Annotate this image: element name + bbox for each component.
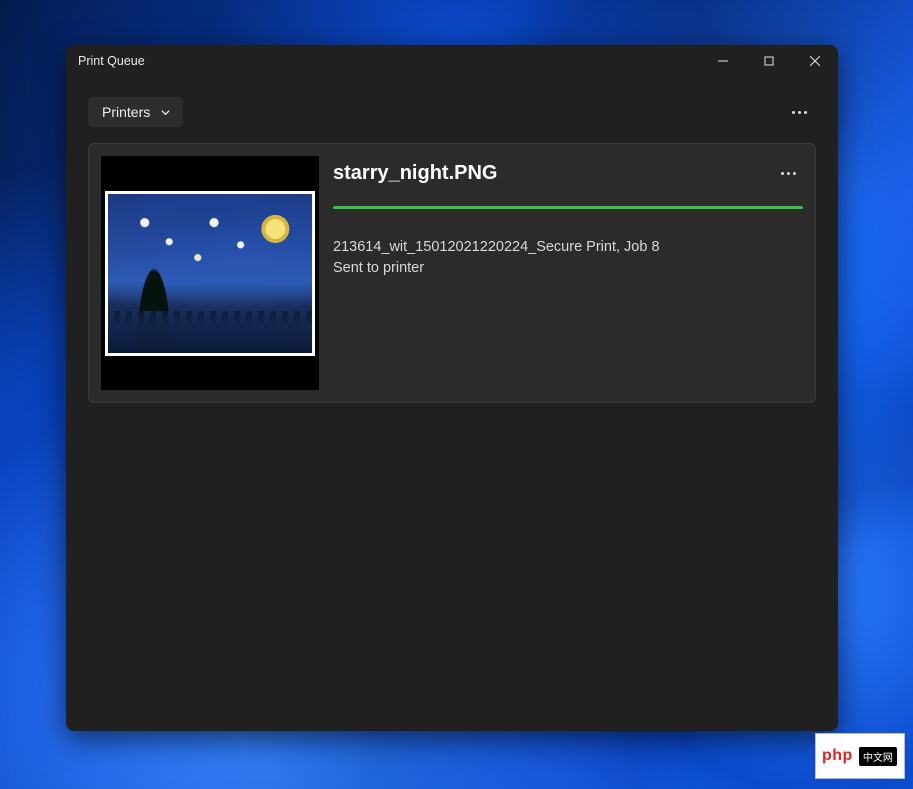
job-progress-bar [333, 206, 803, 209]
more-horizontal-icon [792, 111, 807, 114]
job-filename: starry_night.PNG [333, 162, 773, 185]
printers-dropdown[interactable]: Printers [88, 97, 183, 127]
more-horizontal-icon [781, 172, 796, 175]
thumbnail-image [105, 191, 315, 356]
job-info: starry_night.PNG 213614_wit_150120212202… [333, 156, 803, 390]
job-more-button[interactable] [773, 160, 803, 186]
chevron-down-icon [160, 107, 171, 118]
toolbar: Printers [66, 77, 838, 143]
close-icon [810, 56, 820, 66]
print-job-card: starry_night.PNG 213614_wit_150120212202… [88, 143, 816, 403]
titlebar: Print Queue [66, 45, 838, 77]
watermark: php 中文网 [815, 733, 905, 779]
minimize-icon [718, 56, 728, 66]
maximize-icon [764, 56, 774, 66]
content-area: starry_night.PNG 213614_wit_150120212202… [66, 143, 838, 425]
toolbar-more-button[interactable] [782, 95, 816, 129]
maximize-button[interactable] [746, 45, 792, 77]
close-button[interactable] [792, 45, 838, 77]
job-thumbnail [101, 156, 319, 390]
minimize-button[interactable] [700, 45, 746, 77]
job-status: Sent to printer [333, 258, 803, 279]
dropdown-label: Printers [102, 104, 150, 120]
watermark-tag: 中文网 [859, 747, 897, 766]
watermark-logo: php [822, 747, 853, 765]
print-queue-window: Print Queue Printers starry_n [66, 45, 838, 731]
window-title: Print Queue [78, 54, 145, 68]
job-detail-line: 213614_wit_15012021220224_Secure Print, … [333, 237, 803, 258]
